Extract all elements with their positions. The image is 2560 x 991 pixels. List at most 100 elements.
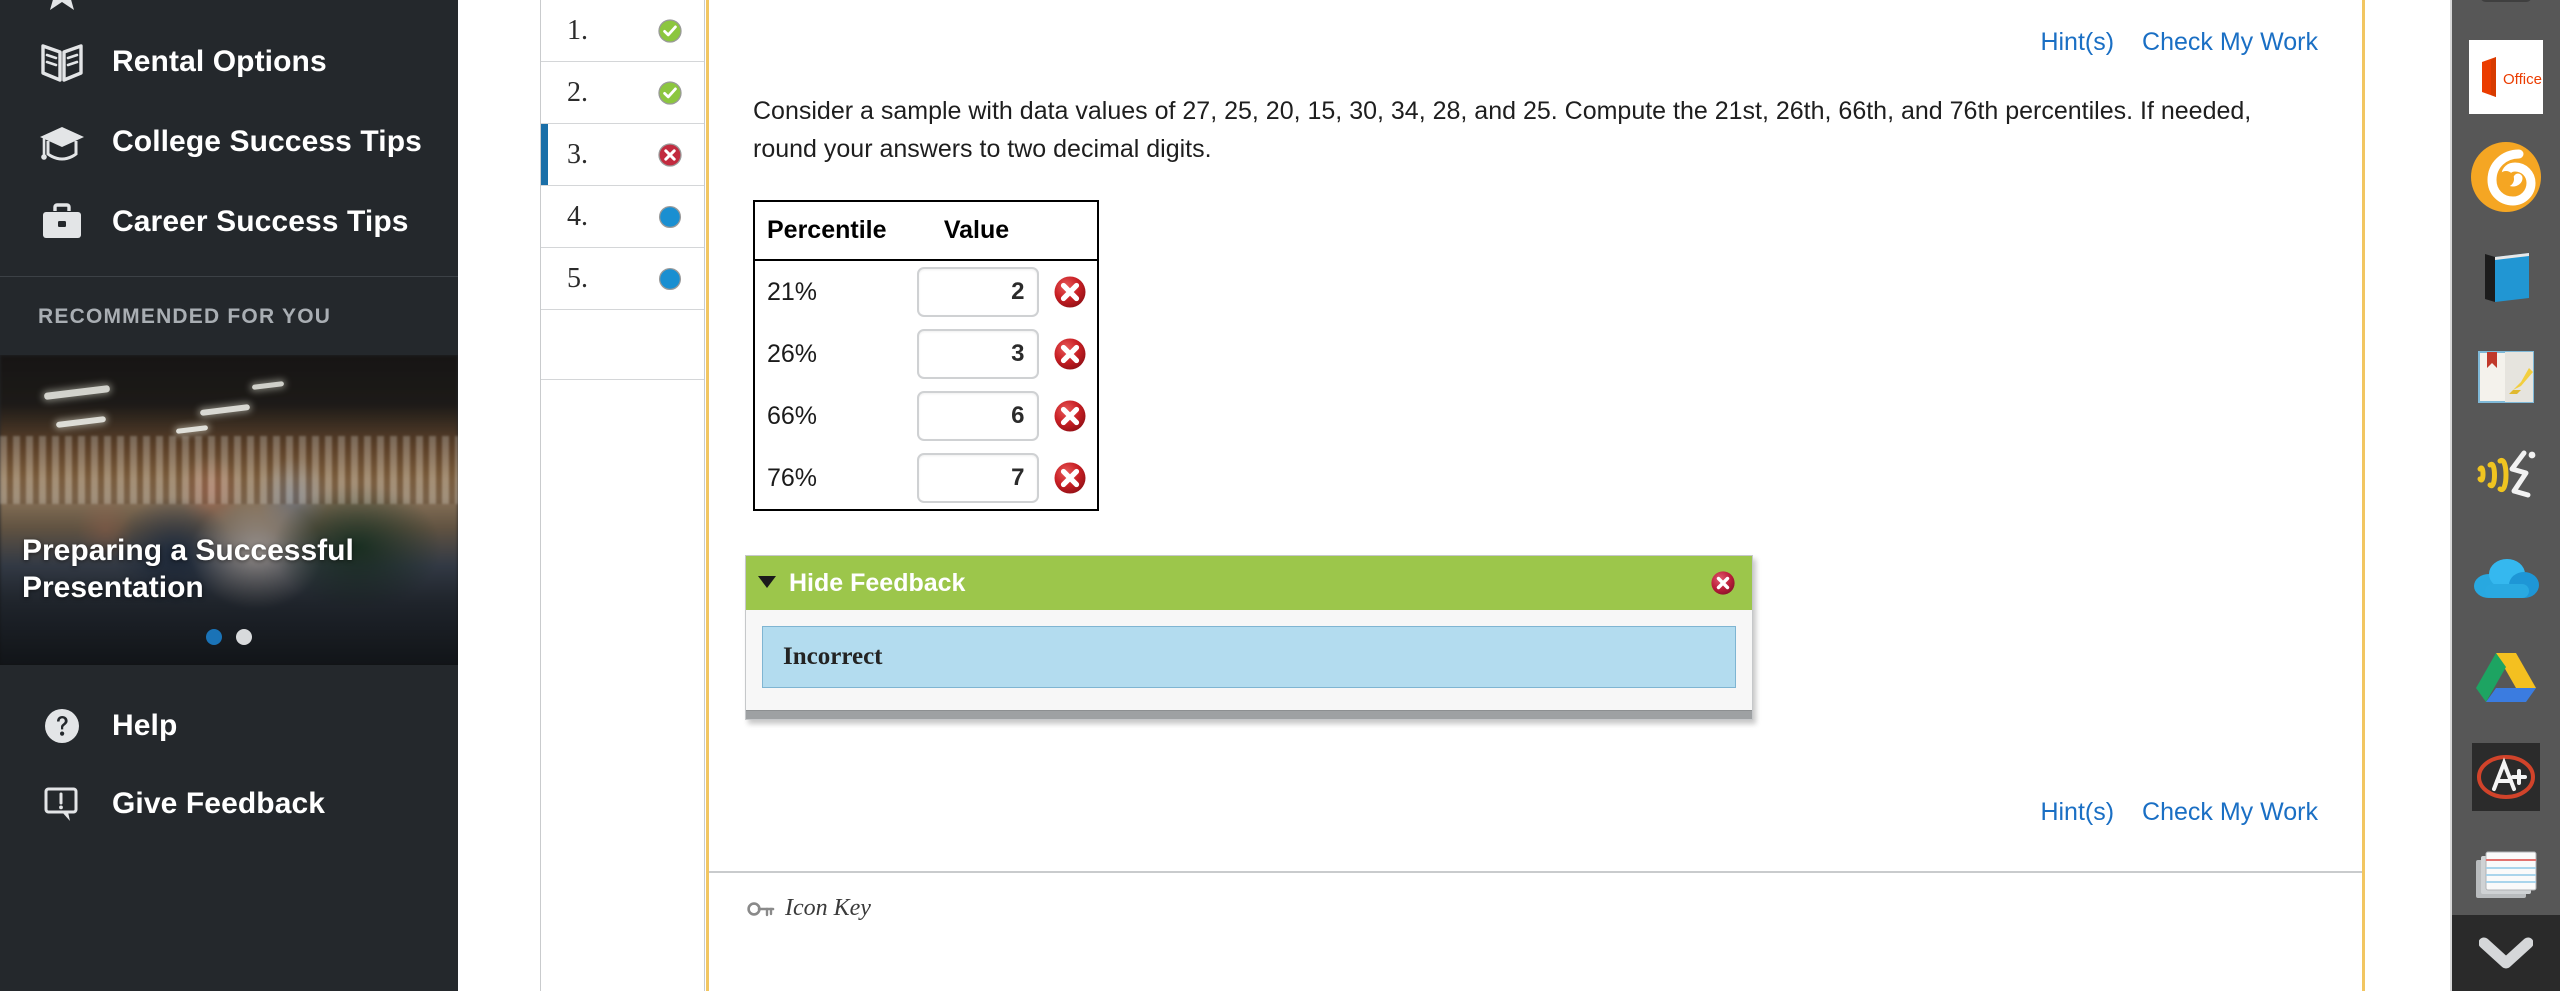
feedback-toggle-header[interactable]: Hide Feedback: [746, 556, 1752, 610]
promo-dot-2[interactable]: [236, 629, 252, 645]
current-question-marker: [541, 124, 548, 185]
close-circle-icon[interactable]: [1710, 570, 1736, 596]
dock-expand-button[interactable]: [2452, 915, 2560, 991]
sidebar-item-partial-top[interactable]: [0, 0, 458, 22]
google-drive-icon: [2472, 647, 2540, 707]
answer-status-cell: [1047, 447, 1098, 510]
answer-cell: [905, 260, 1047, 323]
dock-item-onedrive[interactable]: [2469, 540, 2543, 614]
percentile-label: 66%: [767, 401, 818, 430]
key-icon: [747, 899, 775, 919]
table-row: 26%: [754, 323, 1098, 385]
incorrect-mark-icon: [1053, 461, 1087, 495]
status-unanswered-icon: [658, 205, 682, 229]
chevron-down-icon: [2479, 937, 2533, 969]
feedback-message: Incorrect: [762, 626, 1736, 688]
promo-pagination-dots[interactable]: [0, 629, 458, 645]
answer-cell: [905, 385, 1047, 447]
question-number: 1.: [567, 14, 588, 46]
promo-title: Preparing a Successful Presentation: [22, 534, 354, 604]
blue-book-icon: [2473, 244, 2539, 310]
answer-cell: [905, 323, 1047, 385]
bottom-action-links: Hint(s) Check My Work: [709, 720, 2362, 827]
question-number: 4.: [567, 200, 588, 232]
column-header-percentile: Percentile: [754, 201, 905, 261]
sidebar-item-label: College Success Tips: [112, 125, 422, 158]
left-sidebar: Rental Options College Success Tips Care…: [0, 0, 458, 991]
hints-link[interactable]: Hint(s): [2040, 28, 2114, 57]
dock-item-grades[interactable]: [2469, 740, 2543, 814]
answer-status-cell: [1047, 260, 1098, 323]
status-correct-icon: [658, 18, 682, 43]
dock-item-highlighter[interactable]: [2469, 340, 2543, 414]
dock-item-ebook[interactable]: [2469, 240, 2543, 314]
question-list-item-1[interactable]: 1.: [541, 0, 704, 62]
bookmark-star-icon: [38, 0, 86, 18]
sidebar-item-label: Rental Options: [112, 45, 327, 78]
feedback-panel: Hide Feedback Incorrect: [745, 555, 1753, 720]
orange-six-icon: [2470, 141, 2542, 213]
percentile-label: 21%: [767, 277, 818, 306]
sidebar-item-career-success-tips[interactable]: Career Success Tips: [0, 182, 458, 262]
question-number: 2.: [567, 76, 588, 108]
status-unanswered-icon: [658, 267, 682, 291]
question-content-panel: Hint(s) Check My Work Consider a sample …: [706, 0, 2365, 991]
check-my-work-link[interactable]: Check My Work: [2142, 28, 2318, 57]
status-correct-icon: [658, 80, 682, 105]
book-highlighter-icon: [2473, 346, 2539, 408]
right-app-dock: Office: [2450, 0, 2560, 991]
briefcase-icon: [38, 198, 86, 246]
percentile-label: 26%: [767, 339, 818, 368]
promo-dot-1[interactable]: [206, 629, 222, 645]
sidebar-item-rental-options[interactable]: Rental Options: [0, 22, 458, 102]
question-text: Consider a sample with data values of 27…: [753, 97, 2252, 163]
app-root: Rental Options College Success Tips Care…: [0, 0, 2560, 991]
current-question-marker: [541, 186, 548, 247]
chevron-down-icon: [758, 575, 776, 588]
incorrect-mark-icon: [1053, 399, 1087, 433]
icon-key[interactable]: Icon Key: [709, 873, 2362, 922]
help-circle-icon: [38, 702, 86, 750]
recommended-for-you-header: RECOMMENDED FOR YOU: [38, 305, 332, 328]
answer-input-26[interactable]: [916, 329, 1039, 379]
top-action-links: Hint(s) Check My Work: [709, 0, 2362, 57]
feedback-toggle-label: Hide Feedback: [789, 568, 966, 597]
read-aloud-icon: [2472, 447, 2540, 507]
answer-status-cell: [1047, 323, 1098, 385]
answer-input-66[interactable]: [916, 391, 1039, 441]
question-list-item-2[interactable]: 2.: [541, 62, 704, 124]
dock-item-bookshelf[interactable]: [2469, 140, 2543, 214]
sidebar-item-help[interactable]: Help: [0, 687, 458, 765]
question-number: 3.: [567, 138, 588, 170]
promo-card[interactable]: Preparing a Successful Presentation: [0, 355, 458, 665]
dock-item-office[interactable]: Office: [2469, 40, 2543, 114]
promo-scrim: [0, 355, 458, 665]
clipped-icon: [2476, 0, 2536, 18]
incorrect-mark-icon: [1053, 337, 1087, 371]
table-row: 66%: [754, 385, 1098, 447]
question-number: 5.: [567, 262, 588, 294]
current-question-marker: [541, 62, 548, 123]
sidebar-item-label: Give Feedback: [112, 787, 326, 820]
table-header-row: Percentile Value: [754, 201, 1098, 261]
flashcards-icon: [2472, 848, 2540, 906]
answer-input-21[interactable]: [916, 267, 1039, 317]
column-header-value: Value: [904, 201, 1098, 261]
hints-link[interactable]: Hint(s): [2040, 798, 2114, 827]
question-list-item-3[interactable]: 3.: [541, 124, 704, 186]
dock-item-flashcards[interactable]: [2469, 840, 2543, 914]
question-list-item-5[interactable]: 5.: [541, 248, 704, 310]
question-list-item-4[interactable]: 4.: [541, 186, 704, 248]
onedrive-cloud-icon: [2471, 552, 2541, 602]
check-my-work-link[interactable]: Check My Work: [2142, 798, 2318, 827]
answer-input-76[interactable]: [916, 453, 1039, 503]
table-row: 76%: [754, 447, 1098, 510]
question-list-tail: [541, 310, 704, 380]
question-list-panel: 1. 2. 3. 4. 5.: [540, 0, 705, 991]
dock-item-read-aloud[interactable]: [2469, 440, 2543, 514]
dock-item-google-drive[interactable]: [2469, 640, 2543, 714]
sidebar-item-give-feedback[interactable]: Give Feedback: [0, 765, 458, 843]
sidebar-bottom-nav: Help Give Feedback: [0, 665, 458, 843]
dock-item-top-clipped[interactable]: [2469, 0, 2543, 18]
sidebar-item-college-success-tips[interactable]: College Success Tips: [0, 102, 458, 182]
